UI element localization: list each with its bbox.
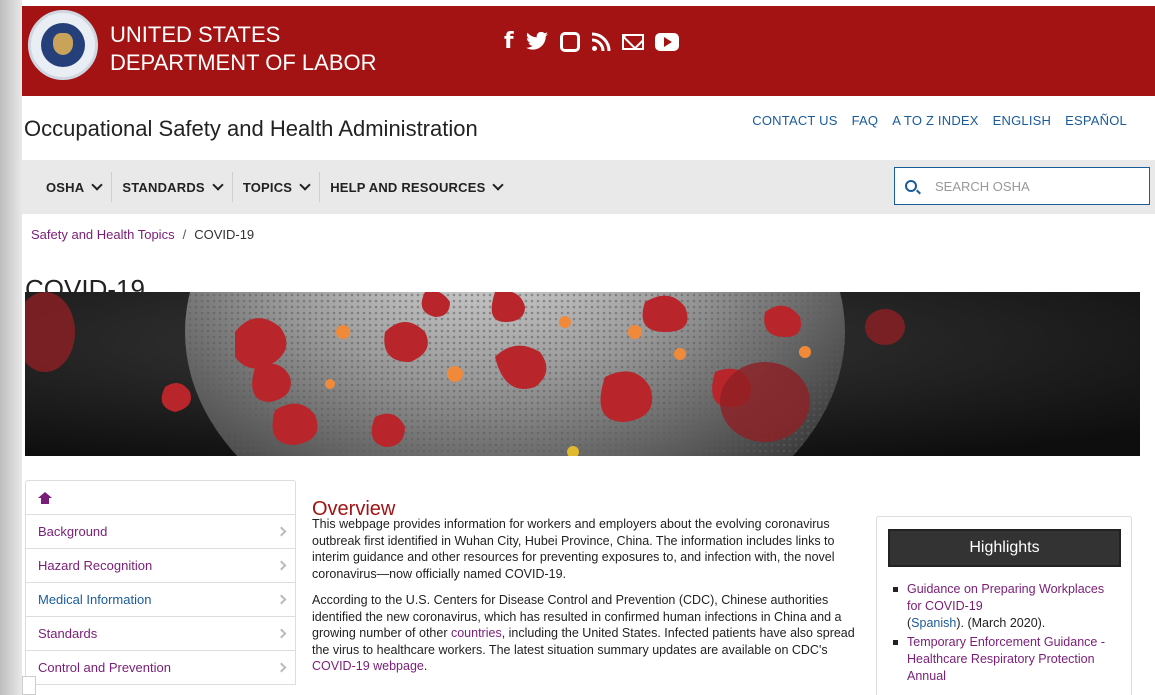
item1-date: ). (March 2020). — [956, 616, 1046, 630]
a-to-z-index-link[interactable]: A TO Z INDEX — [892, 113, 978, 128]
sidebar-item-label: Hazard Recognition — [38, 558, 153, 573]
nav-osha-label: OSHA — [46, 179, 85, 195]
chevron-down-icon — [91, 179, 104, 191]
facebook-icon[interactable]: f — [504, 30, 514, 54]
sidebar-item-label: Control and Prevention — [38, 660, 171, 675]
nav-menu: OSHA STANDARDS TOPICS HELP AND RESOURCES — [36, 160, 512, 214]
breadcrumb-current: COVID-19 — [194, 227, 255, 242]
chevron-right-icon — [276, 628, 287, 639]
nav-standards-label: STANDARDS — [122, 179, 205, 195]
instagram-icon[interactable] — [559, 30, 580, 54]
chevron-down-icon — [492, 179, 505, 191]
dept-name-line1: UNITED STATES — [110, 22, 281, 47]
agency-name[interactable]: Occupational Safety and Health Administr… — [24, 116, 478, 142]
page: UNITED STATES DEPARTMENT OF LABOR f Occu… — [22, 0, 1155, 695]
sidebar-item-medical-information[interactable]: Medical Information — [25, 583, 296, 617]
twitter-icon[interactable] — [525, 30, 549, 54]
nav-topics-label: TOPICS — [242, 179, 293, 195]
topic-sidebar: Background Hazard Recognition Medical In… — [25, 480, 296, 685]
p2-text-end: . — [423, 659, 428, 673]
hero-illustration — [25, 292, 1140, 456]
youtube-play — [654, 33, 679, 51]
coronavirus-hero-image — [25, 292, 1140, 456]
nav-standards[interactable]: STANDARDS — [112, 172, 233, 202]
chevron-right-icon — [276, 560, 287, 571]
chevron-right-icon — [276, 662, 287, 673]
nav-help-and-resources[interactable]: HELP AND RESOURCES — [320, 172, 512, 202]
dept-name-line2: DEPARTMENT OF LABOR — [110, 50, 377, 75]
chevron-down-icon — [299, 179, 311, 191]
overview-content: This webpage provides information for wo… — [312, 516, 860, 685]
temporary-enforcement-link[interactable]: Temporary Enforcement Guidance - Healthc… — [907, 635, 1105, 683]
dol-seal-logo[interactable] — [28, 10, 98, 80]
preparing-workplaces-link[interactable]: Guidance on Preparing Workplaces for COV… — [907, 582, 1104, 613]
chevron-right-icon — [276, 594, 287, 605]
chevron-right-icon — [276, 526, 287, 537]
dol-header: UNITED STATES DEPARTMENT OF LABOR f — [22, 6, 1155, 96]
breadcrumb-separator: / — [182, 227, 187, 242]
nav-osha[interactable]: OSHA — [36, 172, 113, 202]
cdc-covid-webpage-link[interactable]: COVID-19 webpage — [312, 659, 424, 673]
highlights-panel: Highlights Guidance on Preparing Workpla… — [876, 516, 1132, 695]
instagram-frame — [559, 32, 580, 52]
search-box[interactable] — [894, 167, 1150, 205]
social-links: f — [504, 30, 679, 54]
spanish-link[interactable]: Spanish — [911, 616, 956, 630]
english-link[interactable]: ENGLISH — [993, 113, 1051, 128]
list-item: Guidance on Preparing Workplaces for COV… — [889, 581, 1119, 632]
countries-link[interactable]: countries — [451, 626, 502, 640]
chevron-down-icon — [212, 179, 224, 191]
email-envelope — [621, 34, 644, 50]
sidebar-item-label: Medical Information — [38, 592, 152, 607]
dept-name[interactable]: UNITED STATES DEPARTMENT OF LABOR — [110, 21, 377, 77]
highlights-title: Highlights — [888, 529, 1121, 567]
sidebar-item-hazard-recognition[interactable]: Hazard Recognition — [25, 549, 296, 583]
search-input[interactable] — [933, 177, 1137, 195]
nav-help-label: HELP AND RESOURCES — [330, 179, 486, 195]
overview-paragraph-2: According to the U.S. Centers for Diseas… — [312, 592, 860, 675]
rss-icon[interactable] — [591, 30, 611, 54]
window-edge — [0, 0, 22, 695]
sidebar-item-standards[interactable]: Standards — [25, 617, 296, 651]
email-icon[interactable] — [621, 30, 644, 54]
list-item: Temporary Enforcement Guidance - Healthc… — [889, 634, 1119, 685]
sidebar-item-label: Background — [38, 524, 108, 539]
sidebar-item-label: Standards — [38, 626, 98, 641]
sidebar-item-home[interactable] — [25, 480, 296, 515]
highlights-list: Guidance on Preparing Workplaces for COV… — [889, 581, 1119, 687]
breadcrumb: Safety and Health Topics / COVID-19 — [31, 227, 254, 242]
seal-emblem — [41, 23, 85, 67]
espanol-link[interactable]: ESPAÑOL — [1065, 113, 1127, 128]
main-nav: OSHA STANDARDS TOPICS HELP AND RESOURCES — [22, 160, 1155, 214]
overview-paragraph-1: This webpage provides information for wo… — [312, 517, 835, 581]
utility-links: CONTACT US FAQ A TO Z INDEX ENGLISH ESPA… — [752, 113, 1127, 128]
contact-us-link[interactable]: CONTACT US — [752, 113, 837, 128]
sidebar-item-control-and-prevention[interactable]: Control and Prevention — [25, 651, 296, 685]
breadcrumb-parent-link[interactable]: Safety and Health Topics — [31, 227, 175, 242]
youtube-icon[interactable] — [654, 30, 679, 54]
sidebar-item-background[interactable]: Background — [25, 515, 296, 549]
nav-topics[interactable]: TOPICS — [233, 172, 321, 202]
faq-link[interactable]: FAQ — [852, 113, 879, 128]
home-icon — [38, 491, 52, 504]
feedback-tab[interactable] — [22, 676, 36, 695]
search-icon[interactable] — [905, 180, 917, 192]
